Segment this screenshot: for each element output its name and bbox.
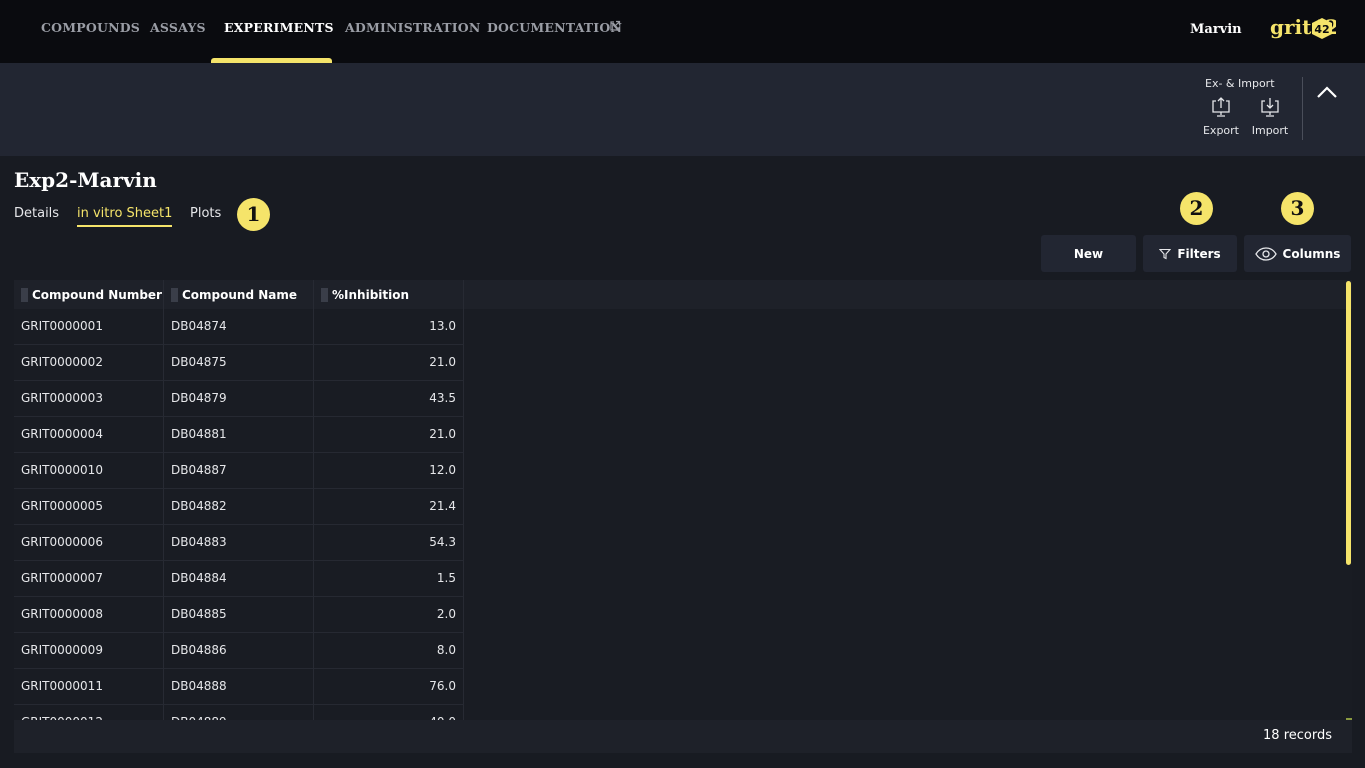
cell-compound-name[interactable]: DB04883	[171, 525, 227, 560]
toolbar-divider	[1302, 77, 1303, 140]
cell-compound-name[interactable]: DB04888	[171, 669, 227, 704]
chevron-up-icon[interactable]	[1314, 82, 1340, 102]
import-button[interactable]: Import	[1248, 96, 1292, 142]
cell-compound-number[interactable]: GRIT0000010	[21, 453, 103, 488]
column-header-compound-name[interactable]: Compound Name	[164, 280, 314, 309]
new-button[interactable]: New	[1041, 235, 1136, 272]
import-label: Import	[1251, 124, 1289, 137]
table-row[interactable]: GRIT0000009 DB04886 8.0	[14, 633, 464, 669]
column-resize-handle[interactable]	[21, 287, 28, 302]
export-label: Export	[1202, 124, 1239, 137]
cell-compound-number[interactable]: GRIT0000003	[21, 381, 103, 416]
tab-in-vitro-sheet1[interactable]: in vitro Sheet1	[77, 206, 173, 227]
nav-assays[interactable]: ASSAYS	[150, 20, 206, 35]
cell-compound-name[interactable]: DB04884	[171, 561, 227, 596]
cell-inhibition[interactable]: 43.5	[314, 381, 456, 416]
columns-button-label: Columns	[1282, 246, 1341, 261]
grid-header: Compound Number Compound Name %Inhibitio…	[14, 280, 1352, 309]
cell-compound-name[interactable]: DB04889	[171, 705, 227, 720]
import-icon	[1261, 98, 1279, 117]
cell-compound-number[interactable]: GRIT0000004	[21, 417, 103, 452]
cell-compound-name[interactable]: DB04879	[171, 381, 227, 416]
new-button-label: New	[1073, 246, 1104, 261]
tab-details[interactable]: Details	[14, 206, 59, 221]
filters-button[interactable]: Filters	[1143, 235, 1237, 272]
table-row[interactable]: GRIT0000010 DB04887 12.0	[14, 453, 464, 489]
cell-compound-name[interactable]: DB04885	[171, 597, 227, 632]
footer-accent	[1346, 718, 1352, 720]
column-header-inhibition[interactable]: %Inhibition	[314, 280, 464, 309]
cell-compound-name[interactable]: DB04875	[171, 345, 227, 380]
column-resize-handle[interactable]	[171, 287, 178, 302]
cell-compound-number[interactable]: GRIT0000005	[21, 489, 103, 524]
cell-compound-name[interactable]: DB04874	[171, 309, 227, 344]
export-icon	[1212, 97, 1230, 117]
eye-icon	[1254, 246, 1277, 261]
columns-button[interactable]: Columns	[1244, 235, 1351, 272]
annotation-badge-2: 2	[1180, 192, 1213, 225]
cell-inhibition[interactable]: 21.0	[314, 345, 456, 380]
column-header-label: %Inhibition	[332, 287, 410, 302]
cell-compound-number[interactable]: GRIT0000002	[21, 345, 103, 380]
column-header-label: Compound Name	[182, 287, 298, 302]
cell-compound-name[interactable]: DB04886	[171, 633, 227, 668]
cell-compound-number[interactable]: GRIT0000009	[21, 633, 103, 668]
cell-inhibition[interactable]: 40.0	[314, 705, 456, 720]
tab-plots[interactable]: Plots	[190, 206, 221, 221]
table-row[interactable]: GRIT0000006 DB04883 54.3	[14, 525, 464, 561]
table-row[interactable]: GRIT0000002 DB04875 21.0	[14, 345, 464, 381]
ex-import-group-label: Ex- & Import	[1205, 77, 1275, 90]
cell-inhibition[interactable]: 2.0	[314, 597, 456, 632]
cell-compound-number[interactable]: GRIT0000011	[21, 669, 103, 704]
cell-compound-number[interactable]: GRIT0000006	[21, 525, 103, 560]
column-header-compound-number[interactable]: Compound Number	[14, 280, 164, 309]
nav-administration[interactable]: ADMINISTRATION	[345, 20, 481, 35]
cell-inhibition[interactable]: 1.5	[314, 561, 456, 596]
cell-compound-name[interactable]: DB04882	[171, 489, 227, 524]
table-row[interactable]: GRIT0000003 DB04879 43.5	[14, 381, 464, 417]
table-row[interactable]: GRIT0000005 DB04882 21.4	[14, 489, 464, 525]
grid-scrollbar[interactable]	[1346, 281, 1351, 565]
grid-footer: 18 records	[14, 720, 1352, 753]
nav-experiments[interactable]: EXPERIMENTS	[224, 20, 334, 35]
page-title: Exp2-Marvin	[14, 168, 157, 192]
filter-icon	[1159, 248, 1172, 259]
cell-compound-number[interactable]: GRIT0000008	[21, 597, 103, 632]
table-row[interactable]: GRIT0000001 DB04874 13.0	[14, 309, 464, 345]
top-navigation: COMPOUNDS ASSAYS EXPERIMENTS ADMINISTRAT…	[0, 0, 1365, 63]
annotation-badge-3: 3	[1281, 192, 1314, 225]
cell-compound-name[interactable]: DB04881	[171, 417, 227, 452]
table-row[interactable]: GRIT0000008 DB04885 2.0	[14, 597, 464, 633]
cell-compound-name[interactable]: DB04887	[171, 453, 227, 488]
table-row[interactable]: GRIT0000004 DB04881 21.0	[14, 417, 464, 453]
filters-button-label: Filters	[1177, 246, 1221, 261]
cell-compound-number[interactable]: GRIT0000007	[21, 561, 103, 596]
cell-inhibition[interactable]: 12.0	[314, 453, 456, 488]
cell-inhibition[interactable]: 21.0	[314, 417, 456, 452]
table-row[interactable]: GRIT0000012 DB04889 40.0	[14, 705, 464, 720]
cell-compound-number[interactable]: GRIT0000012	[21, 705, 103, 720]
toolbar-panel	[0, 63, 1365, 156]
cell-compound-number[interactable]: GRIT0000001	[21, 309, 103, 344]
nav-compounds[interactable]: COMPOUNDS	[41, 20, 140, 35]
cell-inhibition[interactable]: 54.3	[314, 525, 456, 560]
column-header-label: Compound Number	[32, 287, 162, 302]
svg-text:42: 42	[1314, 23, 1329, 36]
cell-inhibition[interactable]: 21.4	[314, 489, 456, 524]
external-link-icon	[610, 20, 621, 31]
cell-inhibition[interactable]: 13.0	[314, 309, 456, 344]
nav-documentation[interactable]: DOCUMENTATION	[487, 20, 622, 35]
grit42-logo[interactable]: grit42 42	[1270, 14, 1336, 44]
table-row[interactable]: GRIT0000011 DB04888 76.0	[14, 669, 464, 705]
data-grid: Compound Number Compound Name %Inhibitio…	[14, 280, 1352, 720]
cell-inhibition[interactable]: 76.0	[314, 669, 456, 704]
record-count: 18 records	[1263, 728, 1332, 743]
annotation-badge-1: 1	[237, 198, 270, 231]
table-row[interactable]: GRIT0000007 DB04884 1.5	[14, 561, 464, 597]
user-name[interactable]: Marvin	[1190, 22, 1242, 37]
column-resize-handle[interactable]	[321, 287, 328, 302]
export-button[interactable]: Export	[1199, 96, 1243, 142]
cell-inhibition[interactable]: 8.0	[314, 633, 456, 668]
